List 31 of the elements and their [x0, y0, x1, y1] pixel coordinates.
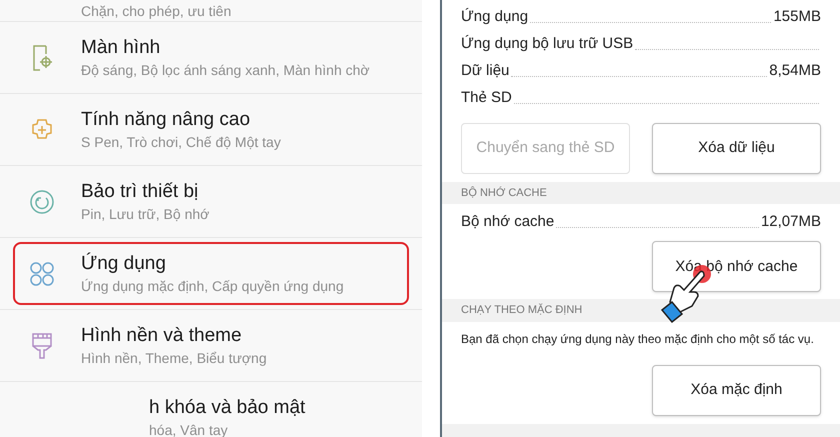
storage-value: 12,07MB: [760, 212, 821, 232]
item-subtitle: Hình nền, Theme, Biểu tượng: [81, 348, 267, 368]
item-subtitle: Độ sáng, Bộ lọc ánh sáng xanh, Màn hình chờ: [81, 60, 370, 80]
item-title: Ứng dụng: [81, 252, 167, 276]
storage-value: 155MB: [773, 6, 821, 26]
item-title: h khóa và bảo mật: [149, 396, 306, 420]
section-header: CHẠY THEO MẶC ĐỊNH: [442, 299, 840, 322]
storage-label: Ứng dụng bộ lưu trữ USB: [461, 34, 634, 54]
defaults-description: Bạn đã chọn chạy ứng dụng này theo mặc định cho một số tác vụ.: [461, 330, 815, 348]
storage-label: Bộ nhớ cache: [461, 212, 554, 232]
action-button[interactable]: Xóa mặc định: [652, 364, 821, 416]
item-subtitle: Chặn, cho phép, ưu tiên: [81, 2, 232, 20]
circular-refresh-icon: [29, 188, 55, 214]
storage-label: Dữ liệu: [461, 60, 510, 80]
paint-brush-icon: [30, 332, 54, 360]
storage-value: 8,54MB: [769, 60, 821, 80]
item-subtitle: Ứng dụng mặc định, Cấp quyền ứng dụng: [81, 276, 344, 296]
action-button[interactable]: Xóa dữ liệu: [652, 123, 821, 174]
item-title: Tính năng nâng cao: [81, 108, 252, 132]
item-title: Hình nền và theme: [81, 324, 243, 348]
storage-label: Thẻ SD: [461, 88, 512, 108]
four-circles-icon: [29, 260, 55, 286]
item-title: Bảo trì thiết bị: [81, 180, 200, 204]
screen-gear-icon: [31, 44, 53, 72]
action-button[interactable]: Xóa bộ nhớ cache: [652, 241, 821, 292]
item-subtitle: S Pen, Trò chơi, Chế độ Một tay: [81, 132, 281, 152]
storage-label: Ứng dụng: [461, 6, 528, 26]
item-subtitle: Pin, Lưu trữ, Bộ nhớ: [81, 204, 210, 224]
settings-item[interactable]: Ứng dụng Ứng dụng mặc định, Cấp quyền ứng dụng: [0, 238, 422, 310]
item-title: Màn hình: [81, 36, 162, 60]
section-header: BỘ NHỚ CACHE: [442, 182, 840, 204]
